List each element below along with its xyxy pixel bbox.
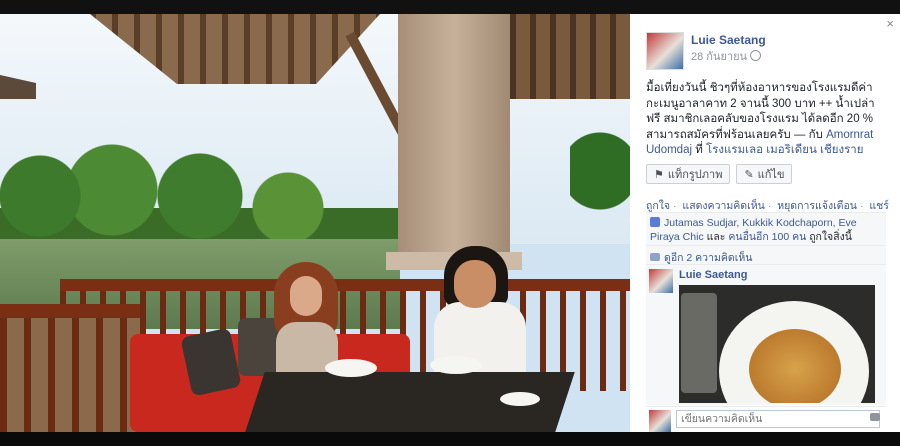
post-date-text[interactable]: 28 กันยายน: [691, 51, 747, 63]
thumbs-up-icon: [650, 217, 660, 227]
globe-icon: [750, 50, 762, 61]
photo-plate: [325, 359, 377, 377]
likes-and: และ: [706, 231, 726, 243]
edit-button[interactable]: ✎ แก้ไข: [736, 164, 793, 184]
comment-input[interactable]: [676, 410, 880, 428]
author-name[interactable]: Luie Saetang: [691, 33, 766, 47]
close-icon[interactable]: ×: [886, 16, 894, 31]
likes-summary: Jutamas Sudjar, Kukkik Kodchaporn, Eve P…: [646, 212, 886, 248]
comment-item: Luie Saetang: [646, 264, 886, 405]
like-link[interactable]: ถูกใจ: [646, 200, 670, 212]
post-photo[interactable]: [0, 14, 630, 432]
with-prefix: — กับ: [793, 128, 823, 141]
likes-others-link[interactable]: คนอื่นอีก 100 คน: [728, 231, 806, 243]
pencil-icon: ✎: [744, 168, 754, 181]
stop-notify-link[interactable]: หยุดการแจ้งเตือน: [777, 200, 857, 212]
tag-photo-label: แท็กรูปภาพ: [667, 169, 723, 181]
author-avatar[interactable]: [646, 32, 684, 70]
photo-trees-right: [570, 119, 630, 249]
share-link[interactable]: แชร์: [869, 200, 889, 212]
avatar: [649, 410, 671, 432]
photo-railing-left: [0, 304, 140, 432]
comment-icon: [650, 253, 660, 261]
tag-photo-button[interactable]: ⚑ แท็กรูปภาพ: [646, 164, 731, 184]
view-more-comments-label: ดูอีก 2 ความคิดเห็น: [664, 252, 753, 264]
comment-link[interactable]: แสดงความคิดเห็น: [682, 200, 764, 212]
photo-roof-right: [510, 14, 630, 99]
likes-suffix: ถูกใจสิ่งนี้: [809, 231, 852, 243]
write-comment-row: [646, 406, 886, 432]
photo-plate: [430, 356, 482, 374]
photo-trees: [0, 124, 400, 244]
photo-pillar: [398, 14, 510, 269]
post-text: มื้อเที่ยงวันนี้ ชิวๆที่ห้องอาหารของโรงแ…: [646, 81, 886, 159]
photo-railing-left-top: [0, 304, 140, 318]
avatar[interactable]: [649, 269, 673, 293]
tag-icon: ⚑: [654, 168, 664, 181]
post-date[interactable]: 28 กันยายน: [691, 47, 762, 65]
edit-label: แก้ไข: [757, 169, 785, 181]
comment-photo[interactable]: [679, 285, 875, 403]
camera-icon[interactable]: [870, 413, 880, 421]
photo-plate: [500, 392, 540, 406]
photo-buttons: ⚑ แท็กรูปภาพ ✎ แก้ไข: [646, 164, 793, 184]
comment-author[interactable]: Luie Saetang: [679, 269, 747, 281]
top-bar: [0, 0, 900, 14]
place-link[interactable]: โรงแรมเลอ เมอริเดียน เชียงราย: [706, 144, 863, 156]
at-prefix: ที่: [695, 144, 703, 156]
post-side-panel: × Luie Saetang 28 กันยายน มื้อเที่ยงวันน…: [630, 14, 900, 432]
